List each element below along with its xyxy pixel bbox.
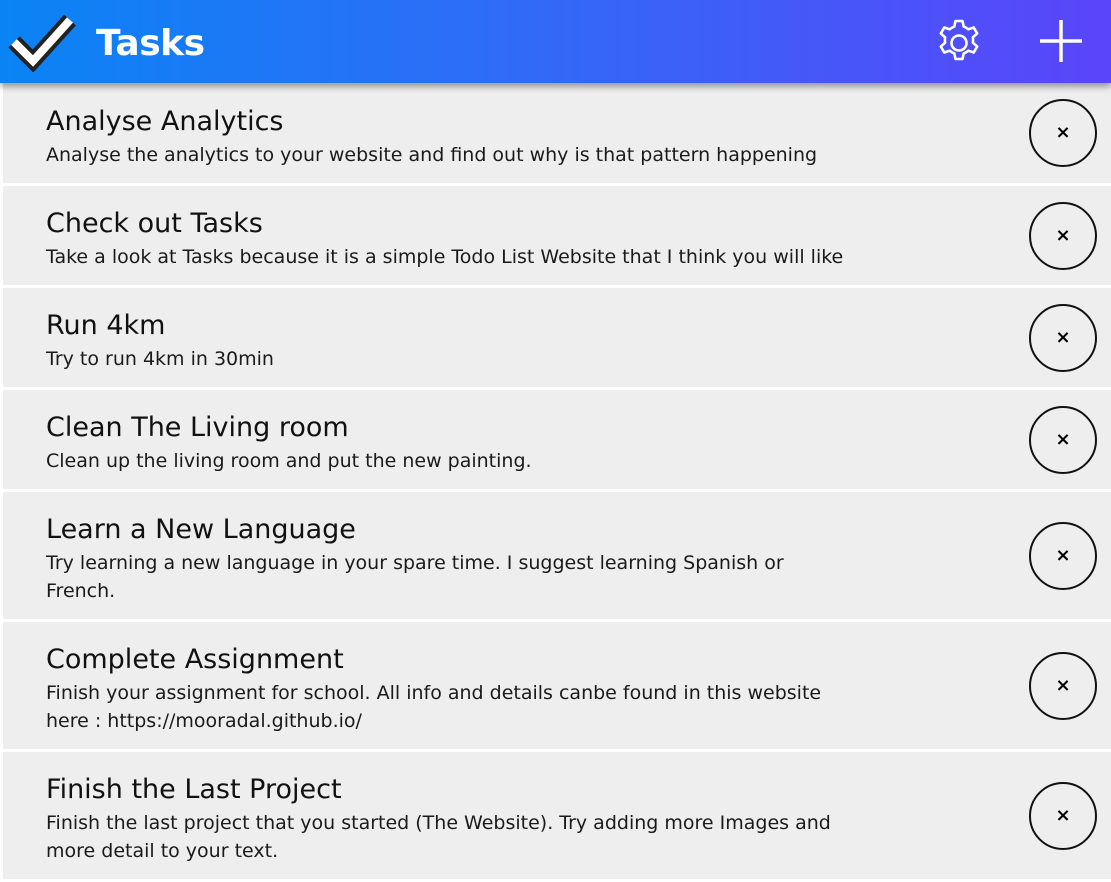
app-header: Tasks	[0, 0, 1111, 83]
close-icon: ×	[1055, 428, 1071, 450]
task-description: Take a look at Tasks because it is a sim…	[46, 246, 844, 268]
task-description: Try to run 4km in 30min	[46, 348, 274, 370]
delete-task-button[interactable]: ×	[1029, 521, 1097, 590]
delete-task-button[interactable]: ×	[1029, 201, 1097, 270]
task-title: Complete Assignment	[46, 644, 344, 675]
gear-icon	[939, 19, 979, 61]
close-icon: ×	[1055, 674, 1071, 696]
task-title: Run 4km	[46, 310, 166, 341]
task-item: Analyse Analytics Analyse the analytics …	[0, 83, 1111, 183]
task-list: Analyse Analytics Analyse the analytics …	[0, 83, 1111, 882]
close-icon: ×	[1055, 326, 1071, 348]
app-title: Tasks	[96, 23, 205, 64]
task-item: Finish the Last Project Finish the last …	[0, 752, 1111, 879]
task-description: Finish the last project that you started…	[46, 812, 831, 862]
checkmark-icon	[8, 14, 76, 72]
add-task-button[interactable]	[1036, 16, 1086, 66]
delete-task-button[interactable]: ×	[1029, 303, 1097, 372]
settings-button[interactable]	[934, 16, 984, 66]
close-icon: ×	[1055, 544, 1071, 566]
task-description: Analyse the analytics to your website an…	[46, 144, 818, 166]
task-description: Finish your assignment for school. All i…	[46, 682, 822, 732]
task-description: Clean up the living room and put the new…	[46, 450, 532, 472]
task-item: Clean The Living room Clean up the livin…	[0, 390, 1111, 489]
task-title: Check out Tasks	[46, 208, 263, 239]
task-description: Try learning a new language in your spar…	[46, 552, 784, 602]
delete-task-button[interactable]: ×	[1029, 99, 1097, 167]
delete-task-button[interactable]: ×	[1029, 651, 1097, 720]
task-title: Clean The Living room	[46, 412, 349, 443]
close-icon: ×	[1055, 122, 1071, 143]
task-item: Run 4km Try to run 4km in 30min ×	[0, 288, 1111, 387]
task-title: Learn a New Language	[46, 514, 356, 545]
close-icon: ×	[1055, 804, 1071, 826]
plus-icon	[1040, 20, 1082, 62]
task-title: Analyse Analytics	[46, 106, 284, 137]
close-icon: ×	[1055, 224, 1071, 246]
task-item: Learn a New Language Try learning a new …	[0, 492, 1111, 619]
delete-task-button[interactable]: ×	[1029, 405, 1097, 474]
delete-task-button[interactable]: ×	[1029, 781, 1097, 850]
task-item: Complete Assignment Finish your assignme…	[0, 622, 1111, 749]
task-item: Check out Tasks Take a look at Tasks bec…	[0, 186, 1111, 285]
task-title: Finish the Last Project	[46, 774, 342, 805]
